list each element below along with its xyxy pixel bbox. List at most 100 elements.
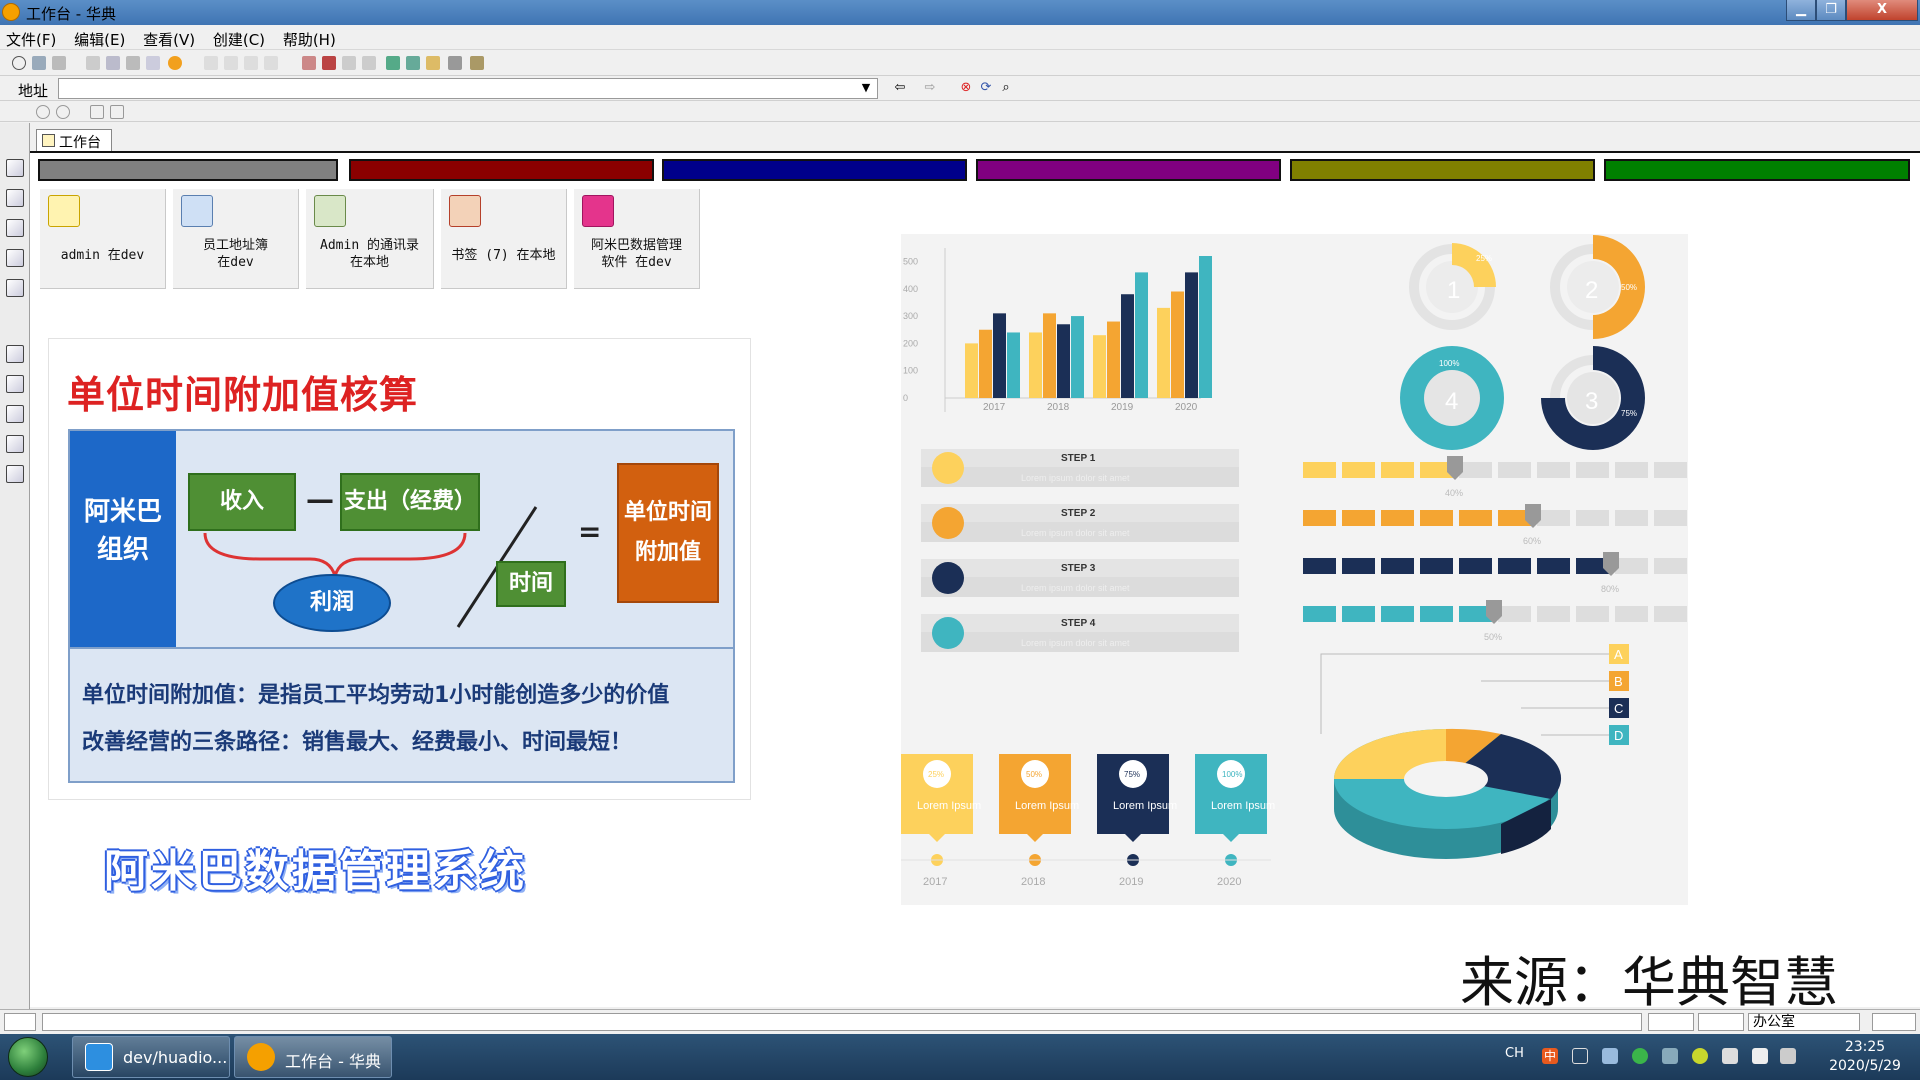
clock[interactable]: 23:25 2020/5/29 <box>1815 1038 1915 1076</box>
tray-app-icon[interactable] <box>1692 1048 1708 1064</box>
tile-admin-mail[interactable]: admin 在dev <box>40 189 166 289</box>
nav-app3-icon[interactable] <box>6 405 24 423</box>
minimize-button[interactable]: ▁ <box>1786 0 1816 21</box>
nav-app5-icon[interactable] <box>6 465 24 483</box>
window-icon[interactable] <box>448 56 462 70</box>
color-band-blue[interactable] <box>662 159 967 181</box>
donut-1-percent: 25% <box>1476 254 1492 263</box>
tray-window-icon[interactable] <box>1572 1048 1588 1064</box>
result-box: 单位时间 附加值 <box>617 463 719 603</box>
new-icon[interactable] <box>12 56 26 70</box>
taskbar: dev/huadio... 工作台 - 华典 CH 中 23:25 2020/5… <box>0 1034 1920 1080</box>
tree-icon[interactable] <box>386 56 400 70</box>
chat-icon[interactable] <box>36 105 50 119</box>
tray-volume-icon[interactable] <box>1780 1048 1796 1064</box>
tile-admin-contacts[interactable]: Admin 的通讯录 在本地 <box>306 189 434 289</box>
x-tick-label: 2018 <box>1047 402 1070 413</box>
refresh-icon[interactable]: ⟳ <box>978 80 994 96</box>
taskbar-button-workbench[interactable]: 工作台 - 华典 <box>234 1036 392 1078</box>
forward-nav-icon[interactable]: ⇨ <box>922 80 938 96</box>
nav-app1-icon[interactable] <box>6 345 24 363</box>
nav-db-icon[interactable] <box>6 279 24 297</box>
search-icon[interactable]: ⌕ <box>998 80 1014 96</box>
status-small-select[interactable] <box>1648 1013 1694 1031</box>
address-input[interactable] <box>58 78 878 99</box>
bar-mark <box>979 329 992 398</box>
tray-device-icon[interactable] <box>1752 1048 1768 1064</box>
menu-help[interactable]: 帮助(H) <box>277 26 336 50</box>
nav-app2-icon[interactable] <box>6 375 24 393</box>
address-dropdown-button[interactable]: ▼ <box>857 79 875 96</box>
color-band-olive[interactable] <box>1290 159 1595 181</box>
status-view-select[interactable] <box>1872 1013 1916 1031</box>
chat2-icon[interactable] <box>56 105 70 119</box>
reply-icon[interactable] <box>342 56 356 70</box>
progress-segment <box>1303 558 1336 574</box>
tile-bookmarks[interactable]: 书签 (7) 在本地 <box>441 189 567 289</box>
person-icon[interactable] <box>90 105 104 119</box>
doc-icon[interactable] <box>406 56 420 70</box>
office-select[interactable]: 办公室 <box>1748 1013 1860 1031</box>
user-icon[interactable] <box>168 56 182 70</box>
tray-network-icon[interactable] <box>1662 1048 1678 1064</box>
menu-edit[interactable]: 编辑(E) <box>68 26 125 50</box>
tray-wechat-icon[interactable] <box>1632 1048 1648 1064</box>
schedule-icon[interactable] <box>322 56 336 70</box>
progress-segment <box>1654 510 1687 526</box>
menu-view[interactable]: 查看(V) <box>137 26 195 50</box>
calendar-icon[interactable] <box>302 56 316 70</box>
donut-3: 3 75% <box>1541 346 1645 450</box>
huadian-app-icon <box>247 1043 275 1071</box>
save-icon[interactable] <box>32 56 46 70</box>
note-icon[interactable] <box>110 105 124 119</box>
maximize-button[interactable]: ❐ <box>1816 0 1846 21</box>
open-icon[interactable] <box>52 56 66 70</box>
mail-icon[interactable] <box>106 56 120 70</box>
step-label: STEP 3 <box>1061 563 1096 574</box>
bar-mark <box>1121 294 1134 398</box>
clock-time: 23:25 <box>1844 1039 1886 1055</box>
paste-icon[interactable] <box>244 56 258 70</box>
stop-icon[interactable]: ⊗ <box>958 80 974 96</box>
edit-icon[interactable] <box>86 56 100 70</box>
tray-flag-icon[interactable] <box>1722 1048 1738 1064</box>
tile-employee-address-book[interactable]: 员工地址簿 在dev <box>173 189 299 289</box>
color-band-red[interactable] <box>349 159 654 181</box>
back-icon[interactable]: ⇦ <box>892 80 908 96</box>
taskbar-button-dev[interactable]: dev/huadio... <box>72 1036 230 1078</box>
ime-indicator[interactable]: CH <box>1505 1046 1524 1061</box>
tile-label: Admin 的通讯录 <box>320 238 419 253</box>
forward-icon[interactable] <box>362 56 376 70</box>
copy-icon[interactable] <box>224 56 238 70</box>
cut-icon[interactable] <box>204 56 218 70</box>
start-button[interactable] <box>8 1037 48 1077</box>
print-icon[interactable] <box>126 56 140 70</box>
tile-amiba-software[interactable]: 阿米巴数据管理 软件 在dev <box>574 189 700 289</box>
tab-workbench[interactable]: 工作台 <box>36 129 112 151</box>
income-box: 收入 <box>188 473 296 531</box>
y-tick-label: 200 <box>903 338 918 348</box>
color-band-purple[interactable] <box>976 159 1281 181</box>
color-band-green[interactable] <box>1604 159 1910 181</box>
progress-segment <box>1420 606 1453 622</box>
color-band-gray[interactable] <box>38 159 338 181</box>
tray-signal-icon[interactable] <box>1602 1048 1618 1064</box>
bell-icon[interactable] <box>426 56 440 70</box>
menu-file[interactable]: 文件(F) <box>0 26 56 50</box>
status-edit-select[interactable] <box>1698 1013 1744 1031</box>
nav-tasks-icon[interactable] <box>6 249 24 267</box>
address-book-icon <box>181 195 213 227</box>
ime-mode-icon[interactable]: 中 <box>1542 1048 1558 1064</box>
nav-contacts-icon[interactable] <box>6 219 24 237</box>
tools-icon[interactable] <box>470 56 484 70</box>
bar-mark <box>1199 256 1212 398</box>
menu-create[interactable]: 创建(C) <box>207 26 265 50</box>
card-percent: 50% <box>1026 770 1042 779</box>
nav-calendar-icon[interactable] <box>6 189 24 207</box>
progress-segment <box>1537 558 1570 574</box>
nav-mail-icon[interactable] <box>6 159 24 177</box>
delete-icon[interactable] <box>264 56 278 70</box>
sync-icon[interactable] <box>146 56 160 70</box>
close-button[interactable]: X <box>1846 0 1918 21</box>
nav-app4-icon[interactable] <box>6 435 24 453</box>
